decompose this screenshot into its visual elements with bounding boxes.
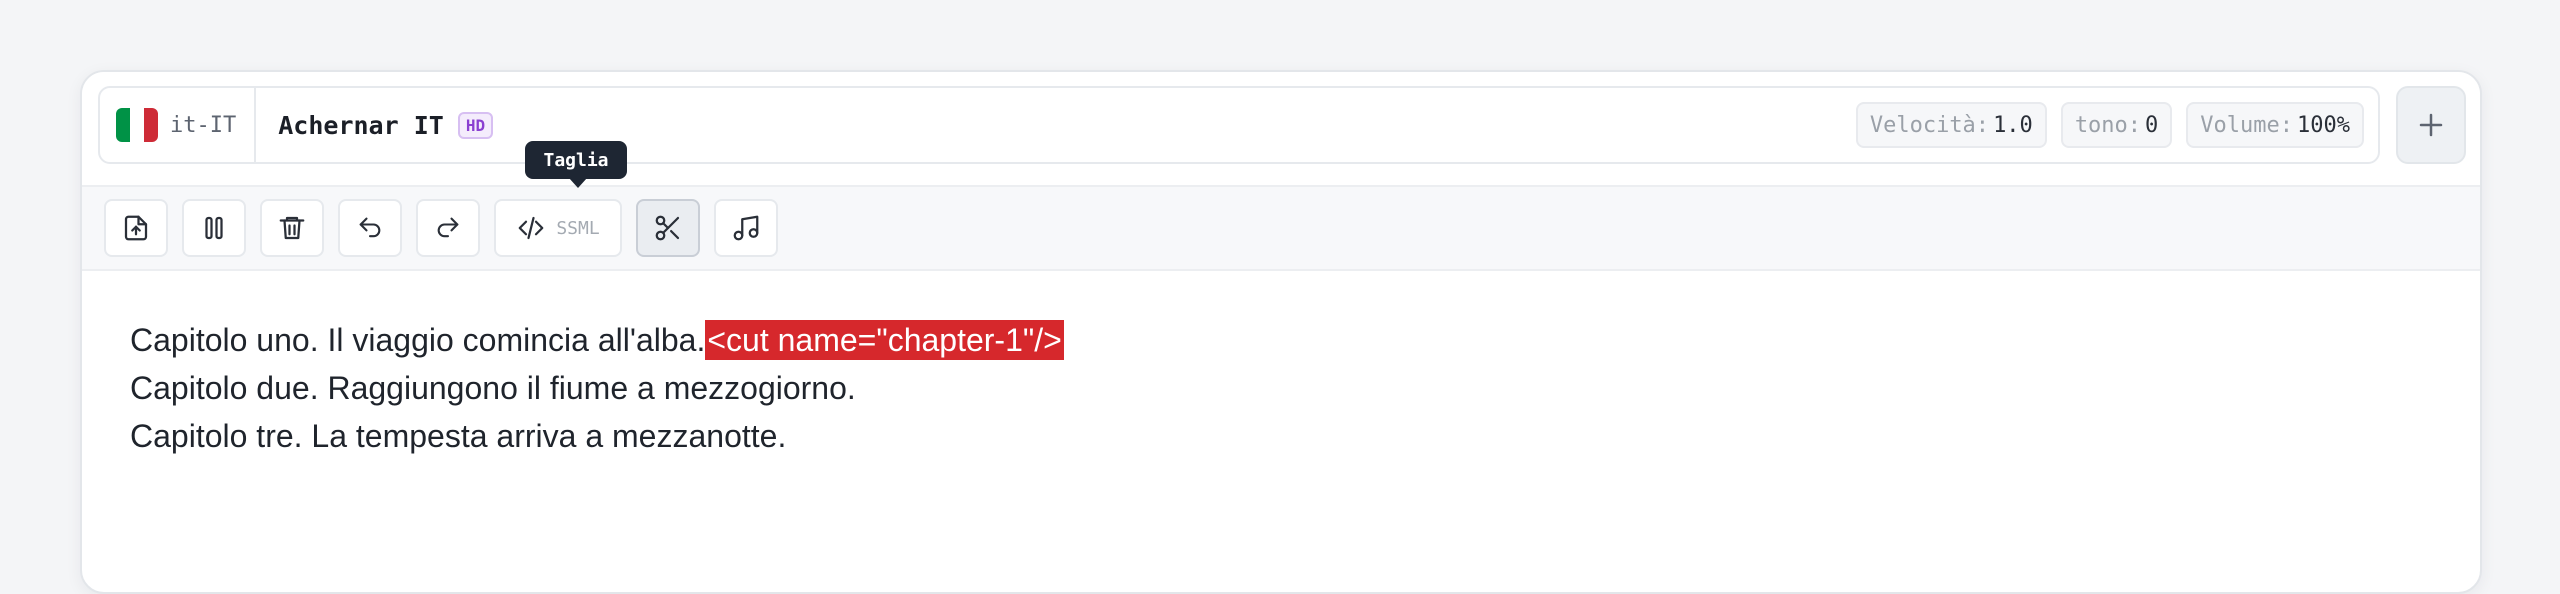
volume-value: 100% xyxy=(2297,112,2350,138)
scissors-icon xyxy=(655,215,680,241)
cut-tooltip: Taglia xyxy=(525,141,627,188)
cut-button[interactable] xyxy=(636,199,700,257)
tts-editor-card: it-IT Achernar IT HD Velocità: 1.0 tono:… xyxy=(80,70,2482,594)
delete-button[interactable] xyxy=(260,199,324,257)
volume-param[interactable]: Volume: 100% xyxy=(2186,102,2364,148)
redo-button[interactable] xyxy=(416,199,480,257)
undo-button[interactable] xyxy=(338,199,402,257)
italy-flag-icon xyxy=(116,108,158,142)
editor-line-3: Capitolo tre. La tempesta arriva a mezza… xyxy=(130,412,2432,460)
upload-file-button[interactable] xyxy=(104,199,168,257)
music-button[interactable] xyxy=(714,199,778,257)
file-upload-icon xyxy=(124,215,148,241)
music-note-icon xyxy=(733,215,759,241)
redo-icon xyxy=(437,217,459,238)
editor-toolbar: SSML xyxy=(82,185,2480,271)
ssml-label: SSML xyxy=(556,217,600,239)
speed-value: 1.0 xyxy=(1993,112,2033,138)
trash-icon xyxy=(279,216,305,240)
code-icon xyxy=(518,216,544,240)
editor-line-2: Capitolo due. Raggiungono il fiume a mez… xyxy=(130,364,2432,412)
editor-line-1: Capitolo uno. Il viaggio comincia all'al… xyxy=(130,316,2432,364)
pitch-param[interactable]: tono: 0 xyxy=(2060,102,2173,148)
line-text: Capitolo uno. Il viaggio comincia all'al… xyxy=(130,322,706,358)
line-text: Capitolo due. Raggiungono il fiume a mez… xyxy=(130,370,856,406)
voice-header: it-IT Achernar IT HD Velocità: 1.0 tono:… xyxy=(82,72,2480,185)
pitch-label: tono: xyxy=(2074,112,2142,138)
voice-selector[interactable]: it-IT Achernar IT HD Velocità: 1.0 tono:… xyxy=(98,86,2380,164)
add-voice-button[interactable] xyxy=(2396,86,2466,164)
pause-icon xyxy=(205,216,223,240)
voice-params: Velocità: 1.0 tono: 0 Volume: 100% xyxy=(1855,102,2364,148)
text-editor[interactable]: Capitolo uno. Il viaggio comincia all'al… xyxy=(130,316,2432,460)
volume-label: Volume: xyxy=(2200,112,2294,138)
language-code: it-IT xyxy=(170,112,237,138)
speed-param[interactable]: Velocità: 1.0 xyxy=(1855,102,2047,148)
pitch-value: 0 xyxy=(2145,112,2159,138)
cut-tag-highlight[interactable]: <cut name="chapter-1"/> xyxy=(705,320,1064,360)
line-text: Capitolo tre. La tempesta arriva a mezza… xyxy=(130,418,787,454)
language-selector[interactable]: it-IT xyxy=(100,88,257,162)
ssml-button[interactable]: SSML xyxy=(494,199,622,257)
pause-button[interactable] xyxy=(182,199,246,257)
undo-icon xyxy=(359,217,381,238)
hd-badge: HD xyxy=(457,111,494,139)
voice-name: Achernar IT xyxy=(278,110,444,140)
plus-icon xyxy=(2419,113,2443,137)
speed-label: Velocità: xyxy=(1869,112,1990,138)
